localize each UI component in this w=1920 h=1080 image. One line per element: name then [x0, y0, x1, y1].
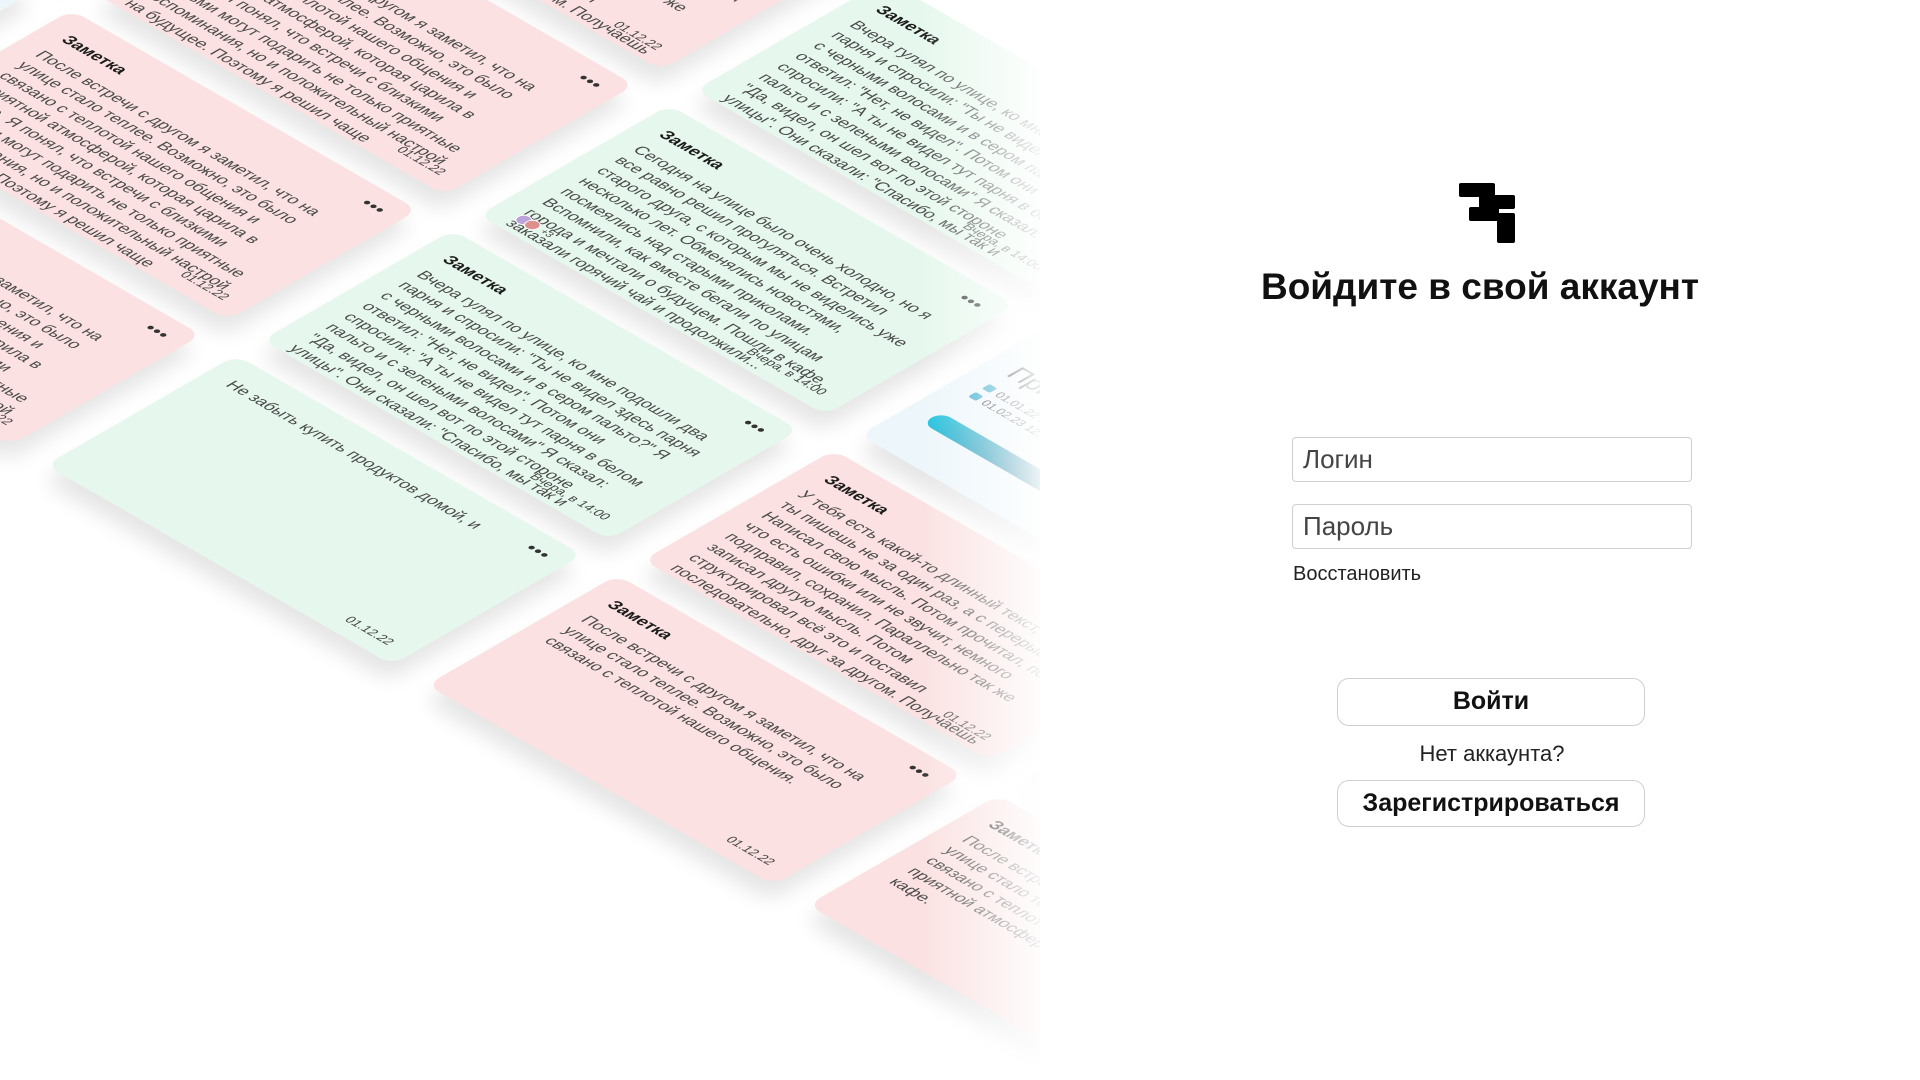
- register-button[interactable]: Зарегистрироваться: [1337, 780, 1645, 827]
- card-date: 01.12.22: [341, 614, 399, 647]
- card-text: После встречи с другом я заметил, что на…: [884, 833, 1040, 1031]
- stacked-bars-logo-icon: [1459, 183, 1515, 243]
- restore-password-link[interactable]: Восстановить: [1293, 563, 1421, 586]
- calendar-icon: [967, 391, 984, 401]
- calendar-icon: [981, 383, 998, 393]
- no-account-text: Нет аккаунта?: [1419, 741, 1565, 766]
- decorative-notes-collage: •••ЗаметкаУ тебя есть какой-то длинный т…: [0, 0, 1040, 1080]
- login-panel: Войдите в свой аккаунт Восстановить Войт…: [1040, 0, 1920, 1080]
- signin-button[interactable]: Войти: [1337, 678, 1645, 726]
- card-date: 01.12.22: [722, 834, 780, 867]
- password-field[interactable]: [1292, 504, 1692, 549]
- page-title: Войдите в свой аккаунт: [1260, 266, 1699, 307]
- login-field[interactable]: [1292, 437, 1692, 482]
